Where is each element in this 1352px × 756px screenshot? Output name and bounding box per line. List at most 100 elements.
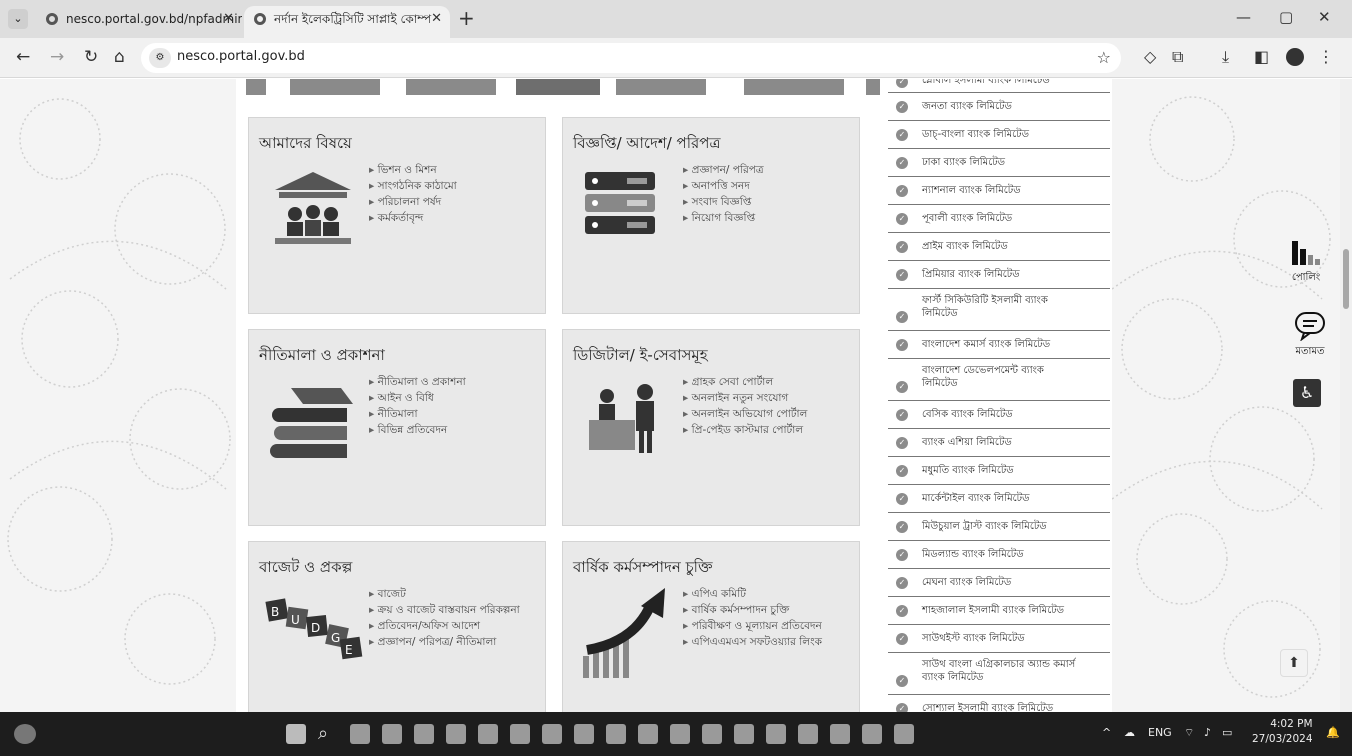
- scrollbar-thumb[interactable]: [1343, 249, 1349, 309]
- bank-item[interactable]: ✓ প্রিমিয়ার ব্যাংক লিমিটেড: [888, 261, 1110, 289]
- media-app-icon[interactable]: [478, 724, 498, 744]
- link-noc[interactable]: অনাপত্তি সনদ: [683, 178, 764, 194]
- chrome-icon[interactable]: [670, 724, 690, 744]
- forward-icon[interactable]: →: [50, 47, 64, 67]
- reload-icon[interactable]: ↻: [84, 47, 98, 67]
- link-apa[interactable]: বার্ষিক কর্মসম্পাদন চুক্তি: [683, 602, 822, 618]
- app-icon[interactable]: [574, 724, 594, 744]
- bank-item[interactable]: ✓ সোশ্যাল ইসলামী ব্যাংক লিমিটেড: [888, 695, 1110, 712]
- link-monitoring-report[interactable]: পরিবীক্ষণ ও মূল্যায়ন প্রতিবেদন: [683, 618, 822, 634]
- chat-app-icon[interactable]: [382, 724, 402, 744]
- bank-item[interactable]: ✓ ফার্স্ট সিকিউরিটি ইসলামী ব্যাংক লিমিটেড: [888, 289, 1110, 331]
- bank-item[interactable]: ✓ সাউথইস্ট ব্যাংক লিমিটেড: [888, 625, 1110, 653]
- excel-icon[interactable]: [638, 724, 658, 744]
- extensions-icon[interactable]: ⧉: [1172, 47, 1183, 67]
- tab-nesco-home[interactable]: নর্দান ইলেকট্রিসিটি সাপ্লাই কোম্প ✕: [244, 6, 450, 38]
- tray-network-icon[interactable]: ☁: [1124, 726, 1135, 739]
- close-window-button[interactable]: ✕: [1318, 8, 1331, 26]
- tab-search-dropdown[interactable]: ⌄: [8, 9, 28, 29]
- link-apams-software[interactable]: এপিএএমএস সফটওয়্যার লিংক: [683, 634, 822, 650]
- bank-item[interactable]: ✓ বেসিক ব্যাংক লিমিটেড: [888, 401, 1110, 429]
- link-procurement-plan[interactable]: ক্রয় ও বাজেট বাস্তবায়ন পরিকল্পনা: [369, 602, 520, 618]
- link-laws[interactable]: আইন ও বিধি: [369, 390, 466, 406]
- link-press-release[interactable]: সংবাদ বিজ্ঞপ্তি: [683, 194, 764, 210]
- bank-item[interactable]: ✓ মিউচুয়াল ট্রাস্ট ব্যাংক লিমিটেড: [888, 513, 1110, 541]
- wifi-icon[interactable]: ⌔: [1184, 726, 1194, 740]
- link-budget[interactable]: বাজেট: [369, 586, 520, 602]
- restore-button[interactable]: ▢: [1279, 8, 1293, 26]
- volume-icon[interactable]: ♪: [1204, 726, 1211, 739]
- weather-widget-icon[interactable]: [14, 724, 36, 744]
- scroll-to-top-button[interactable]: ⬆: [1280, 649, 1308, 677]
- bank-item[interactable]: ✓ শাহজালাল ইসলামী ব্যাংক লিমিটেড: [888, 597, 1110, 625]
- link-office-orders[interactable]: প্রতিবেদন/অফিস আদেশ: [369, 618, 520, 634]
- link-policy-publication[interactable]: নীতিমালা ও প্রকাশনা: [369, 374, 466, 390]
- link-officers[interactable]: কর্মকর্তাবৃন্দ: [369, 210, 457, 226]
- link-organogram[interactable]: সাংগঠনিক কাঠামো: [369, 178, 457, 194]
- feedback-widget[interactable]: মতামত: [1290, 311, 1330, 361]
- bank-item[interactable]: ✓ মেঘনা ব্যাংক লিমিটেড: [888, 569, 1110, 597]
- app-icon[interactable]: [542, 724, 562, 744]
- bank-item[interactable]: ✓ মিডল্যান্ড ব্যাংক লিমিটেড: [888, 541, 1110, 569]
- bank-item[interactable]: ✓ বাংলাদেশ কমার্স ব্যাংক লিমিটেড: [888, 331, 1110, 359]
- tab-close-icon[interactable]: ✕: [431, 6, 442, 32]
- link-board[interactable]: পরিচালনা পর্ষদ: [369, 194, 457, 210]
- notepad-icon[interactable]: [798, 724, 818, 744]
- bank-item[interactable]: ✓ ঢাকা ব্যাংক লিমিটেড: [888, 149, 1110, 177]
- profile-avatar[interactable]: [1286, 48, 1304, 66]
- poll-widget[interactable]: পোলিং: [1286, 239, 1326, 287]
- bank-item[interactable]: ✓ বাংলাদেশ ডেভেলপমেন্ট ব্যাংক লিমিটেড: [888, 359, 1110, 401]
- link-new-connection[interactable]: অনলাইন নতুন সংযোগ: [683, 390, 807, 406]
- new-tab-button[interactable]: +: [458, 6, 475, 30]
- bank-item[interactable]: ✓ জনতা ব্যাংক লিমিটেড: [888, 93, 1110, 121]
- link-complaint-portal[interactable]: অনলাইন অভিযোগ পোর্টাল: [683, 406, 808, 422]
- side-panel-icon[interactable]: ◧: [1254, 47, 1269, 66]
- calculator-icon[interactable]: [830, 724, 850, 744]
- battery-icon[interactable]: ▭: [1222, 726, 1232, 739]
- bank-item[interactable]: ✓ মধুমতি ব্যাংক লিমিটেড: [888, 457, 1110, 485]
- clock[interactable]: 4:02 PM 27/03/2024: [1252, 717, 1313, 747]
- app-icon[interactable]: [734, 724, 754, 744]
- link-reports[interactable]: বিভিন্ন প্রতিবেদন: [369, 422, 466, 438]
- back-icon[interactable]: ←: [16, 47, 30, 67]
- bank-item[interactable]: ✓ ন্যাশনাল ব্যাংক লিমিটেড: [888, 177, 1110, 205]
- home-icon[interactable]: ⌂: [114, 47, 125, 67]
- start-button-icon[interactable]: [286, 724, 306, 744]
- site-info-icon[interactable]: ⚙: [149, 48, 171, 68]
- bank-item[interactable]: ✓ ডাচ্-বাংলা ব্যাংক লিমিটেড: [888, 121, 1110, 149]
- menu-dots-icon[interactable]: ⋮: [1318, 47, 1334, 66]
- language-indicator[interactable]: ENG: [1148, 726, 1172, 739]
- file-explorer-icon[interactable]: [862, 724, 882, 744]
- link-apa-committee[interactable]: এপিএ কমিটি: [683, 586, 822, 602]
- bank-item[interactable]: ✓ গ্লোবাল ইসলামী ব্যাংক লিমিটেড: [888, 79, 1110, 93]
- notification-bell-icon[interactable]: 🔔: [1326, 726, 1340, 739]
- page-scrollbar[interactable]: [1340, 79, 1352, 712]
- search-icon[interactable]: ⌕: [318, 724, 338, 744]
- link-prepaid-portal[interactable]: প্রি-পেইড কাস্টমার পোর্টাল: [683, 422, 807, 438]
- app-icon[interactable]: [766, 724, 786, 744]
- accessibility-icon[interactable]: ♿: [1293, 379, 1321, 407]
- chrome-icon[interactable]: [702, 724, 722, 744]
- link-vision[interactable]: ভিশন ও মিশন: [369, 162, 457, 178]
- link-policy[interactable]: নীতিমালা: [369, 406, 466, 422]
- bank-item[interactable]: ✓ পূবালী ব্যাংক লিমিটেড: [888, 205, 1110, 233]
- bookmark-star-icon[interactable]: ☆: [1097, 48, 1111, 67]
- link-customer-portal[interactable]: গ্রাহক সেবা পোর্টাল: [683, 374, 807, 390]
- network-app-icon[interactable]: [414, 724, 434, 744]
- tab-close-icon[interactable]: ✕: [223, 6, 234, 32]
- link-budget-policy[interactable]: প্রজ্ঞাপন/ পরিপত্র/ নীতিমালা: [369, 634, 520, 650]
- word-icon[interactable]: [894, 724, 914, 744]
- bank-item[interactable]: ✓ প্রাইম ব্যাংক লিমিটেড: [888, 233, 1110, 261]
- link-recruitment[interactable]: নিয়োগ বিজ্ঞপ্তি: [683, 210, 764, 226]
- app-icon[interactable]: [606, 724, 626, 744]
- tab-npfadmin[interactable]: nesco.portal.gov.bd/npfadmin/ ✕: [36, 6, 242, 38]
- cast-icon[interactable]: ◇: [1144, 47, 1156, 66]
- bank-item[interactable]: ✓ মার্কেন্টাইল ব্যাংক লিমিটেড: [888, 485, 1110, 513]
- link-circulars[interactable]: প্রজ্ঞাপন/ পরিপত্র: [683, 162, 764, 178]
- files-app-icon[interactable]: [446, 724, 466, 744]
- tray-chevron-icon[interactable]: ^: [1102, 726, 1111, 739]
- zoom-app-icon[interactable]: [510, 724, 530, 744]
- minimize-button[interactable]: —: [1236, 8, 1251, 26]
- task-view-icon[interactable]: [350, 724, 370, 744]
- bank-item[interactable]: ✓ সাউথ বাংলা এগ্রিকালচার অ্যান্ড কমার্স ব…: [888, 653, 1110, 695]
